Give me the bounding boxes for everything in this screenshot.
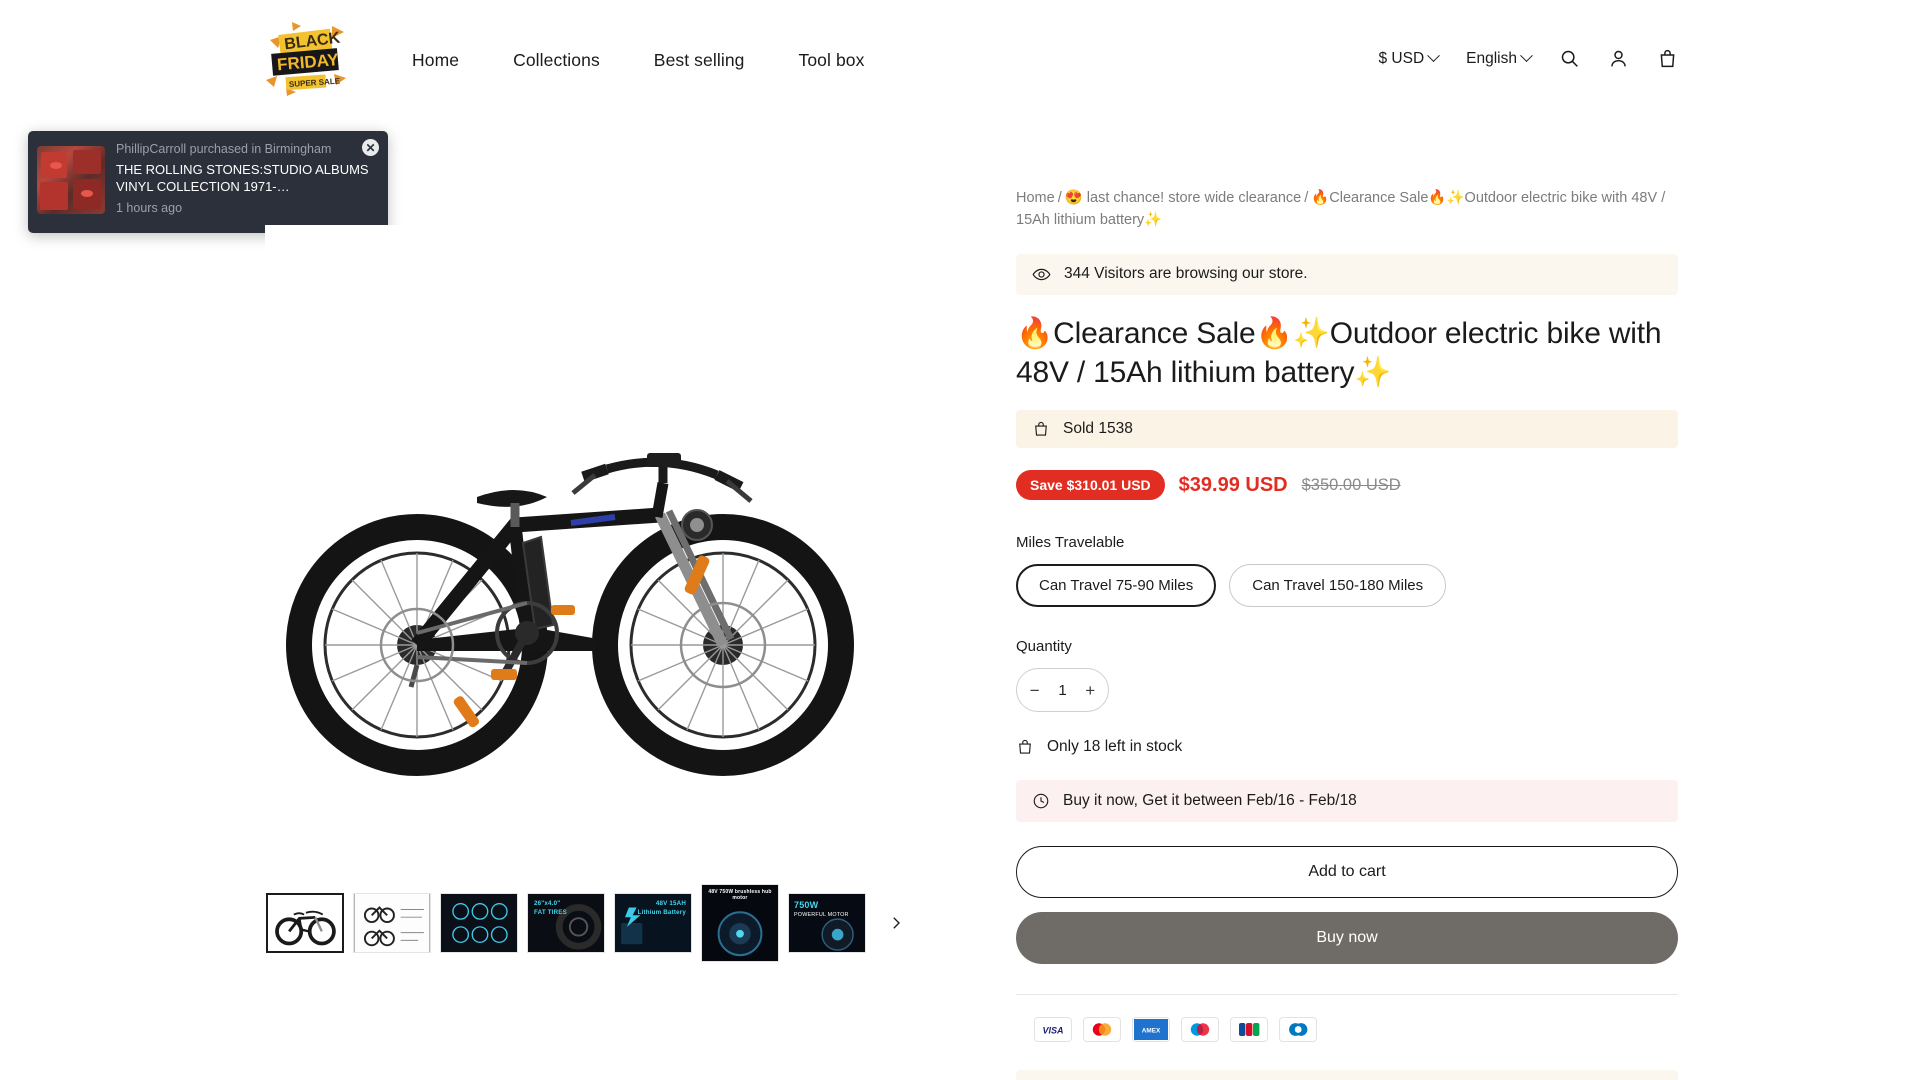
- product-gallery: [265, 225, 875, 810]
- maestro-icon: [1181, 1017, 1219, 1042]
- nav-item-collections[interactable]: Collections: [486, 50, 627, 71]
- header-actions: $ USD English: [1365, 48, 1693, 69]
- cart-icon[interactable]: [1643, 48, 1692, 69]
- notification-thumbnail: [37, 146, 105, 214]
- thumb-hub-motor[interactable]: 48V 750W brushless hub motor: [701, 884, 779, 962]
- chevron-down-icon: [1520, 49, 1533, 62]
- product-main-image[interactable]: [265, 225, 875, 810]
- language-selector[interactable]: English: [1452, 50, 1545, 68]
- notification-timestamp: 1 hours ago: [116, 201, 379, 215]
- notification-body: PhillipCarroll purchased in Birmingham T…: [116, 140, 379, 224]
- stock-status: Only 18 left in stock: [1016, 738, 1678, 756]
- eye-icon: [1032, 265, 1051, 284]
- thumb-battery[interactable]: 48V 15AH Lithium Battery: [614, 893, 692, 953]
- thumb-power-label: 750W POWERFUL MOTOR: [789, 894, 865, 952]
- price-compare: $350.00 USD: [1302, 476, 1401, 495]
- search-icon[interactable]: [1545, 48, 1594, 69]
- quantity-input[interactable]: [1049, 682, 1077, 699]
- svg-text:AMEX: AMEX: [1142, 1028, 1161, 1035]
- variant-options: Can Travel 75-90 Miles Can Travel 150-18…: [1016, 564, 1678, 607]
- thumb-features[interactable]: [440, 893, 518, 953]
- black-friday-logo[interactable]: BLACK FRIDAY SUPER SALE: [258, 18, 350, 100]
- delivery-estimate-text: Buy it now, Get it between Feb/16 - Feb/…: [1063, 792, 1357, 810]
- quantity-decrease-button[interactable]: −: [1021, 669, 1049, 711]
- visa-icon: VISA: [1034, 1017, 1072, 1042]
- main-nav: Home Collections Best selling Tool box: [385, 50, 891, 71]
- price-current: $39.99 USD: [1179, 474, 1288, 497]
- breadcrumb: Home/😍 last chance! store wide clearance…: [1016, 188, 1678, 232]
- quantity-label: Quantity: [1016, 638, 1678, 655]
- purchase-notification-popup[interactable]: PhillipCarroll purchased in Birmingham T…: [28, 131, 388, 233]
- product-page: BLACK FRIDAY SUPER SALE Home Collections…: [0, 0, 1920, 1080]
- quantity-increase-button[interactable]: +: [1077, 669, 1105, 711]
- save-badge: Save $310.01 USD: [1016, 470, 1165, 500]
- amex-icon: AMEX: [1132, 1017, 1170, 1042]
- user-icon[interactable]: [1594, 48, 1643, 69]
- delivery-estimate-banner: Buy it now, Get it between Feb/16 - Feb/…: [1016, 780, 1678, 822]
- visitor-count-text: 344 Visitors are browsing our store.: [1064, 265, 1308, 283]
- notification-product-title[interactable]: THE ROLLING STONES:STUDIO ALBUMS VINYL C…: [116, 161, 379, 195]
- buy-now-button[interactable]: Buy now: [1016, 912, 1678, 964]
- thumb-bike-front[interactable]: [266, 893, 344, 953]
- notification-meta: PhillipCarroll purchased in Birmingham: [116, 142, 379, 156]
- payment-methods: VISA AMEX: [1016, 994, 1678, 1042]
- variant-option-150-180[interactable]: Can Travel 150-180 Miles: [1229, 564, 1446, 607]
- thumb-power[interactable]: 750W POWERFUL MOTOR: [788, 893, 866, 953]
- product-info: Home/😍 last chance! store wide clearance…: [1016, 188, 1678, 1080]
- language-label: English: [1466, 50, 1517, 68]
- currency-label: $ USD: [1379, 50, 1425, 68]
- breadcrumb-separator: /: [1055, 190, 1065, 206]
- thumb-fat-tires-label: 26"x4.0" FAT TIRES: [528, 894, 604, 952]
- guarantee-text: All goods in our store are made of the b…: [1016, 1070, 1678, 1080]
- jcb-icon: [1230, 1017, 1268, 1042]
- gallery-thumbnails: 26"x4.0" FAT TIRES 48V 15AH Lithium Batt…: [266, 884, 909, 962]
- price-row: Save $310.01 USD $39.99 USD $350.00 USD: [1016, 470, 1678, 500]
- clock-icon: [1032, 792, 1050, 810]
- sold-count-banner: Sold 1538: [1016, 410, 1678, 448]
- close-icon[interactable]: ✕: [362, 139, 379, 156]
- sold-count-text: Sold 1538: [1063, 420, 1133, 438]
- thumb-fat-tires[interactable]: 26"x4.0" FAT TIRES: [527, 893, 605, 953]
- breadcrumb-collection[interactable]: 😍 last chance! store wide clearance: [1065, 190, 1301, 206]
- nav-item-home[interactable]: Home: [385, 50, 486, 71]
- currency-selector[interactable]: $ USD: [1365, 50, 1453, 68]
- bag-icon: [1016, 738, 1034, 756]
- site-header: BLACK FRIDAY SUPER SALE Home Collections…: [0, 0, 1920, 124]
- add-to-cart-button[interactable]: Add to cart: [1016, 846, 1678, 898]
- page-title: 🔥Clearance Sale🔥✨Outdoor electric bike w…: [1016, 314, 1678, 394]
- breadcrumb-home[interactable]: Home: [1016, 190, 1055, 206]
- nav-item-tool-box[interactable]: Tool box: [772, 50, 892, 71]
- quantity-stepper[interactable]: − +: [1016, 668, 1109, 712]
- bag-icon: [1032, 420, 1050, 438]
- chevron-down-icon: [1427, 49, 1440, 62]
- diners-icon: [1279, 1017, 1317, 1042]
- thumb-hub-motor-label: 48V 750W brushless hub motor: [702, 885, 778, 961]
- variant-option-75-90[interactable]: Can Travel 75-90 Miles: [1016, 564, 1216, 607]
- visitor-count-banner: 344 Visitors are browsing our store.: [1016, 254, 1678, 295]
- thumb-battery-label: 48V 15AH Lithium Battery: [615, 894, 691, 952]
- quantity-section: Quantity − +: [1016, 638, 1678, 712]
- stock-status-text: Only 18 left in stock: [1047, 738, 1182, 756]
- svg-text:VISA: VISA: [1042, 1026, 1063, 1036]
- mastercard-icon: [1083, 1017, 1121, 1042]
- variant-option-label: Miles Travelable: [1016, 534, 1678, 551]
- breadcrumb-separator: /: [1301, 190, 1311, 206]
- nav-item-best-selling[interactable]: Best selling: [627, 50, 772, 71]
- gallery-next-button[interactable]: [883, 910, 909, 936]
- thumb-bike-specs[interactable]: [353, 893, 431, 953]
